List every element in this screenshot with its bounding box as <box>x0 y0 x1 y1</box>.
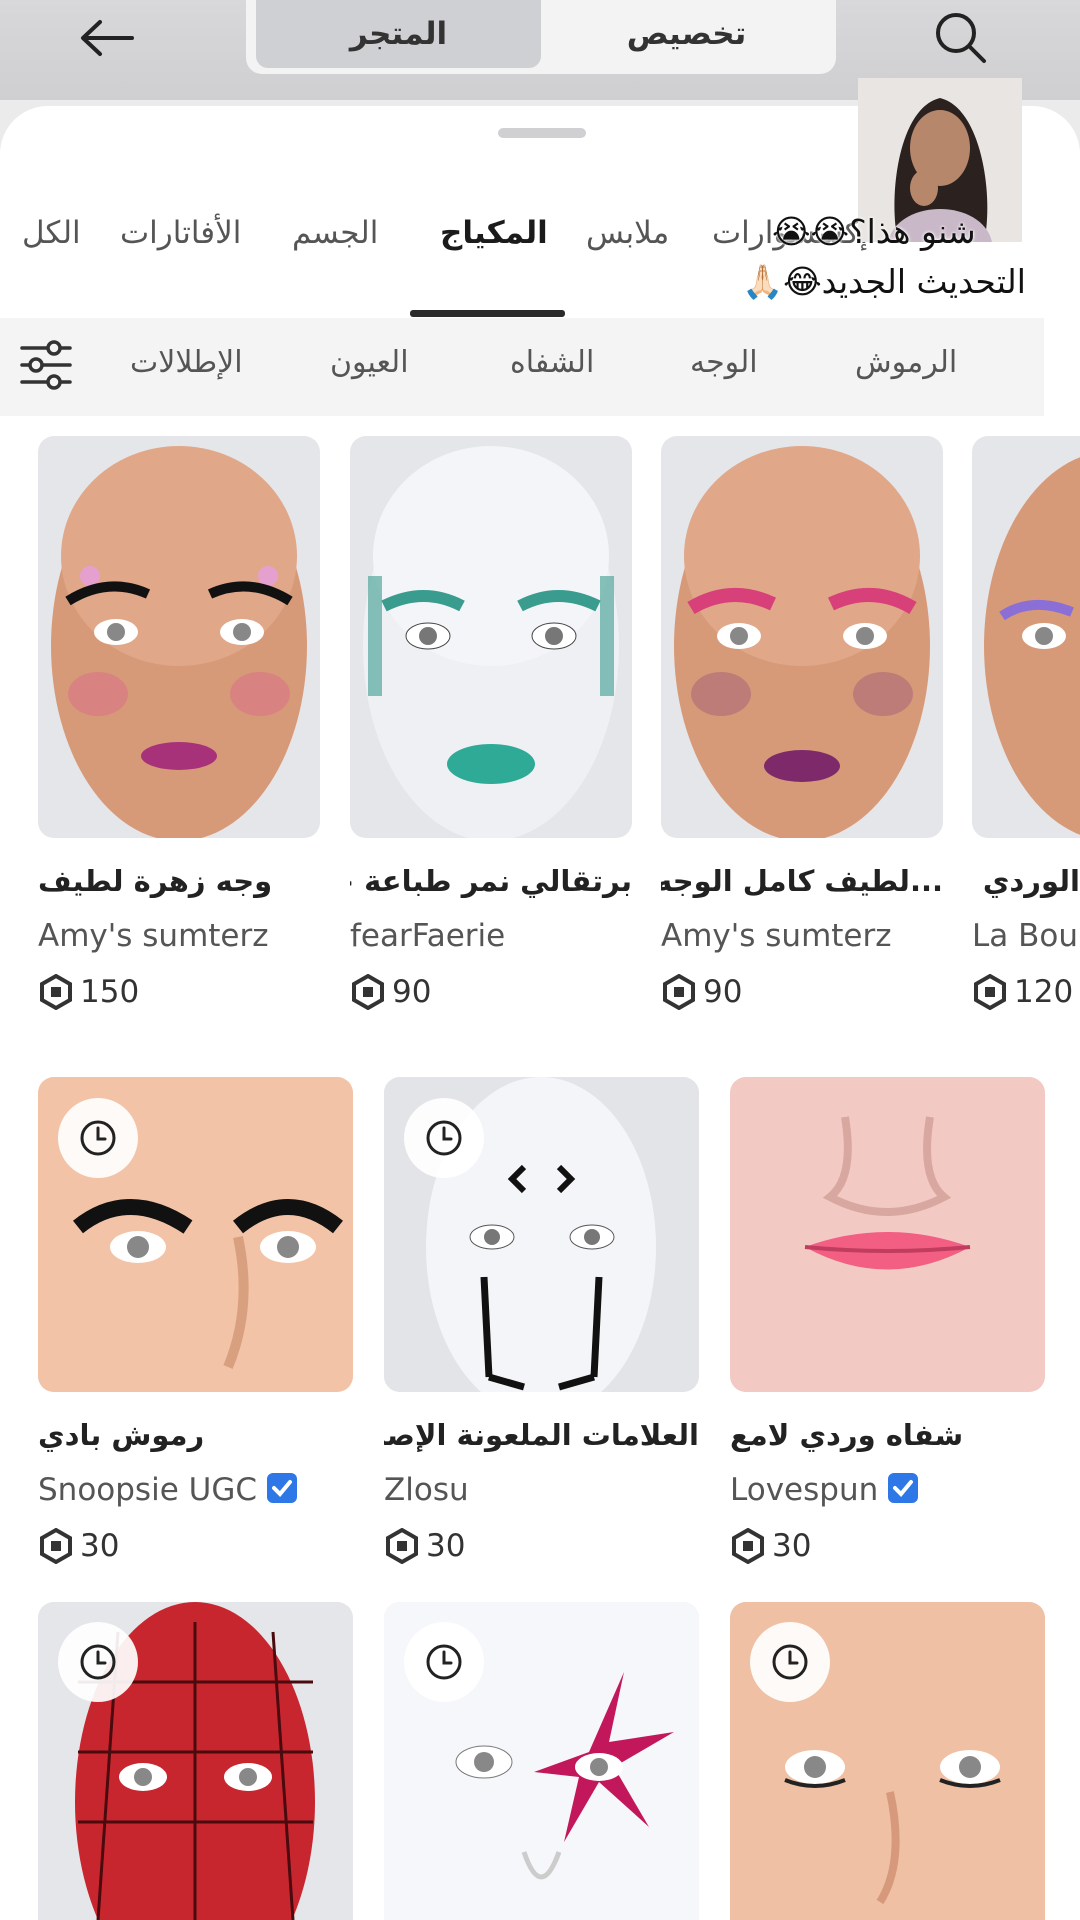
filter-button[interactable] <box>18 336 74 394</box>
item-price-value: 30 <box>80 1528 120 1564</box>
subtab-lashes[interactable]: الرموش <box>855 345 957 380</box>
sheet-drag-handle[interactable] <box>498 128 586 138</box>
robux-icon <box>732 1528 764 1564</box>
overlay-caption-line2: التحديث الجديد😂🙏🏻 <box>742 262 1026 301</box>
item-thumbnail[interactable] <box>350 436 632 838</box>
tab-customize[interactable]: تخصيص <box>544 0 829 68</box>
item-creator[interactable]: Zlosu <box>384 1472 699 1508</box>
item-price: 30 <box>730 1528 811 1564</box>
tab-all[interactable]: الكل <box>22 215 81 251</box>
item-price: 150 <box>38 974 139 1010</box>
sliders-icon <box>20 340 72 390</box>
tab-makeup[interactable]: المكياج <box>440 215 548 251</box>
clock-icon <box>426 1120 462 1156</box>
verified-badge-icon <box>888 1472 919 1503</box>
limited-time-clock-button[interactable] <box>58 1098 138 1178</box>
limited-time-clock-button[interactable] <box>404 1098 484 1178</box>
limited-time-clock-button[interactable] <box>404 1622 484 1702</box>
item-price-value: 150 <box>80 974 140 1010</box>
subcategory-bar-edge <box>1044 318 1080 416</box>
overlay-caption-line1: شنو هذا؟😭😭 <box>772 212 976 251</box>
item-title[interactable]: شفاه وردي لامع <box>730 1418 1045 1452</box>
item-price-value: 30 <box>426 1528 466 1564</box>
robux-icon <box>352 974 384 1010</box>
robux-icon <box>40 974 72 1010</box>
clock-icon <box>80 1644 116 1680</box>
subtab-eyes[interactable]: العيون <box>330 345 409 380</box>
item-creator-name: Zlosu <box>384 1472 469 1508</box>
item-thumbnail[interactable] <box>730 1077 1045 1392</box>
item-price: 30 <box>38 1528 119 1564</box>
item-thumbnail[interactable] <box>661 436 943 838</box>
item-title[interactable]: الوردي - ة <box>972 864 1080 898</box>
item-thumbnail[interactable] <box>38 436 320 838</box>
item-creator[interactable]: fearFaerie <box>350 918 632 954</box>
item-thumbnail[interactable] <box>972 436 1080 838</box>
limited-time-clock-button[interactable] <box>58 1622 138 1702</box>
item-price: 120 <box>972 974 1073 1010</box>
robux-icon <box>40 1528 72 1564</box>
subtab-lips[interactable]: الشفاه <box>510 345 594 380</box>
active-tab-indicator <box>410 310 565 317</box>
clock-icon <box>772 1644 808 1680</box>
tab-store[interactable]: المتجر <box>256 0 541 68</box>
subtab-face[interactable]: الوجه <box>690 345 758 380</box>
search-icon <box>936 13 986 63</box>
back-arrow-icon <box>81 20 134 56</box>
item-price-value: 30 <box>772 1528 812 1564</box>
item-title[interactable]: ...لطيف كامل الوجه سحر <box>661 864 943 898</box>
back-button[interactable] <box>70 8 142 68</box>
item-creator-name: Lovespun <box>730 1472 879 1508</box>
item-creator[interactable]: Snoopsie UGC <box>38 1472 353 1508</box>
robux-icon <box>386 1528 418 1564</box>
store-customize-toggle: المتجر تخصيص <box>246 0 836 74</box>
limited-time-clock-button[interactable] <box>750 1622 830 1702</box>
verified-badge-icon <box>266 1472 297 1503</box>
item-price: 90 <box>350 974 431 1010</box>
item-creator-name: Snoopsie UGC <box>38 1472 257 1508</box>
item-price: 90 <box>661 974 742 1010</box>
item-title[interactable]: وجه زهرة لطيف <box>38 864 320 898</box>
search-button[interactable] <box>925 4 995 70</box>
item-price-value: 90 <box>392 974 432 1010</box>
clock-icon <box>426 1644 462 1680</box>
item-creator[interactable]: La Bou <box>972 918 1080 954</box>
item-price-value: 120 <box>1014 974 1074 1010</box>
clock-icon <box>80 1120 116 1156</box>
item-price: 30 <box>384 1528 465 1564</box>
item-creator[interactable]: Lovespun <box>730 1472 1045 1508</box>
tab-body[interactable]: الجسم <box>292 215 378 251</box>
robux-icon <box>663 974 695 1010</box>
robux-icon <box>974 974 1006 1010</box>
item-creator[interactable]: Amy's sumterz <box>661 918 943 954</box>
item-price-value: 90 <box>703 974 743 1010</box>
tab-avatars[interactable]: الأفاتارات <box>120 215 241 251</box>
item-title[interactable]: رموش بادي <box>38 1418 353 1452</box>
item-creator[interactable]: Amy's sumterz <box>38 918 320 954</box>
item-title[interactable]: برتقالي نمر طباعة جلام <box>350 864 632 898</box>
tab-clothing[interactable]: ملابس <box>586 215 669 251</box>
subtab-looks[interactable]: الإطلالات <box>130 345 243 380</box>
item-title[interactable]: العلامات الملعونة الإصدار <box>384 1418 699 1452</box>
